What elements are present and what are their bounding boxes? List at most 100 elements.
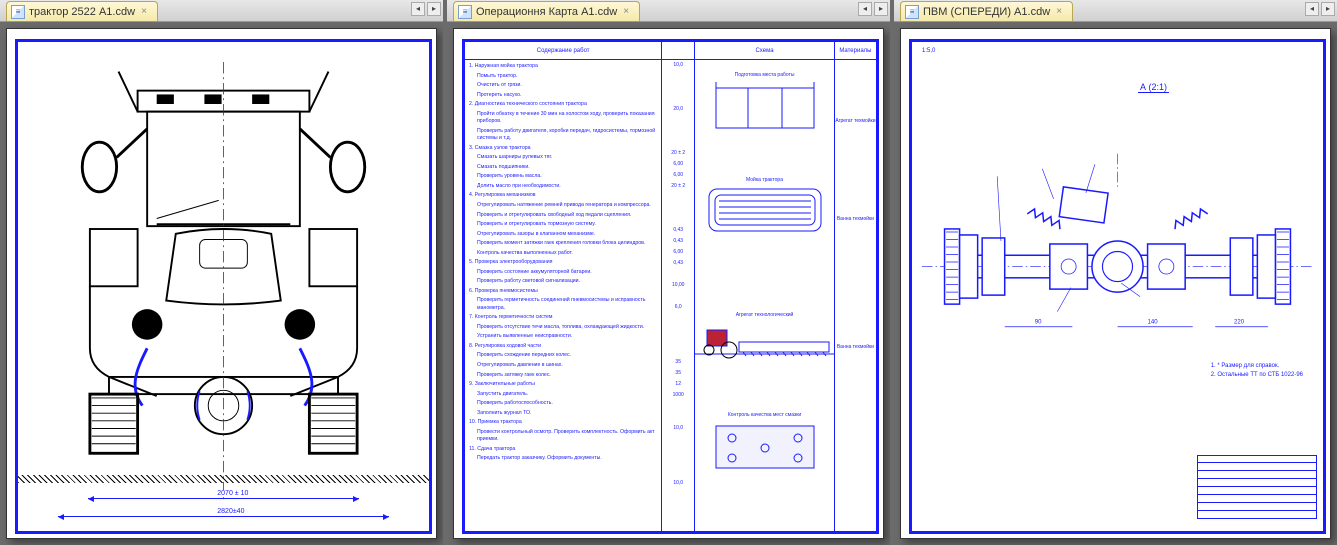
opcard-text-column: 1. Наружная мойка трактораПомыть трактор… xyxy=(465,42,662,531)
opcard-row: Смазать подшипники. xyxy=(467,163,659,173)
opcard-mid-value xyxy=(662,348,694,359)
dimension-line-1 xyxy=(88,498,359,499)
opcard-row: Заполнить журнал ТО. xyxy=(467,409,659,419)
document-viewport[interactable]: 1:5,0 А (2:1) xyxy=(894,22,1337,545)
opcard-row: Контроль качества выполненных работ. xyxy=(467,249,659,259)
document-pane-opcard: ≡ Операционня Карта А1.cdw × ◂ ▸ Содержа… xyxy=(447,0,890,545)
opcard-mid-value: 0,43 xyxy=(662,227,694,238)
opcard-mid-value: 20 ± 2 xyxy=(662,150,694,161)
opcard-row: Отрегулировать натяжение ремней привода … xyxy=(467,201,659,211)
cad-doc-icon: ≡ xyxy=(458,5,472,19)
tab-scroll-right[interactable]: ▸ xyxy=(874,2,888,16)
document-viewport[interactable]: Содержание работ Схема Материалы 1. Нару… xyxy=(447,22,890,545)
opcard-mid-value xyxy=(662,84,694,95)
opcard-mid-value xyxy=(662,95,694,106)
opcard-row: 9. Заключительные работы xyxy=(467,380,659,390)
opcard-mid-value xyxy=(662,117,694,128)
sketch-bay: Подготовка места работы xyxy=(703,72,825,135)
drawing-inner-frame: 1:5,0 А (2:1) xyxy=(911,41,1324,532)
tab-scroll-controls: ◂ ▸ xyxy=(1305,2,1335,16)
opcard-row: 3. Смазка узлов трактора xyxy=(467,144,659,154)
sketch-aggregate: Агрегат технологический xyxy=(703,312,825,360)
tab-close-icon[interactable]: × xyxy=(1054,7,1064,17)
tab-label: ПВМ (СПЕРЕДИ) А1.cdw xyxy=(923,6,1050,18)
opcard-mid-value: 0,43 xyxy=(662,238,694,249)
drawing-sheet: Содержание работ Схема Материалы 1. Нару… xyxy=(453,28,884,539)
tab-close-icon[interactable]: × xyxy=(139,7,149,17)
opcard-mid-value: 20 ± 2 xyxy=(662,183,694,194)
opcard-mid-value xyxy=(662,73,694,84)
opcard-mid-value xyxy=(662,194,694,205)
opcard-row: Отрегулировать зазоры в клапанном механи… xyxy=(467,230,659,240)
tractor-front-view xyxy=(48,62,399,501)
document-tab[interactable]: ≡ трактор 2522 А1.cdw × xyxy=(6,1,158,21)
cad-doc-icon: ≡ xyxy=(905,5,919,19)
tab-scroll-controls: ◂ ▸ xyxy=(858,2,888,16)
opcard-mid-value xyxy=(662,469,694,480)
dim-text: 220 xyxy=(1234,320,1245,326)
opcard-mid-value xyxy=(662,326,694,337)
tab-scroll-left[interactable]: ◂ xyxy=(1305,2,1319,16)
document-viewport[interactable]: 2070 ± 10 2820±40 xyxy=(0,22,443,545)
opcard-row: 5. Проверка электрооборудования xyxy=(467,258,659,268)
opcard-mid-value: 1000 xyxy=(662,392,694,403)
opcard-row: Пройти обкатку в течение 30 мин на холос… xyxy=(467,110,659,127)
opcard-row: 7. Контроль герметичности систем xyxy=(467,313,659,323)
opcard-row: Проверить затяжку гаек колес. xyxy=(467,371,659,381)
sketch-bay-svg xyxy=(710,80,820,135)
sketch-caption: Контроль качества мест смазки xyxy=(728,412,801,418)
opcard-row: Проверить работоспособность. xyxy=(467,399,659,409)
opcard-row: Устранить выявленные неисправности. xyxy=(467,332,659,342)
opcard-mid-value xyxy=(662,216,694,227)
sketch-aggregate-svg xyxy=(695,320,835,360)
cad-doc-icon: ≡ xyxy=(11,5,25,19)
dim-text: 140 xyxy=(1148,320,1159,326)
sketch-caption: Подготовка места работы xyxy=(735,72,795,78)
opcard-mid-value: 35 xyxy=(662,370,694,381)
document-tab[interactable]: ≡ Операционня Карта А1.cdw × xyxy=(453,1,640,21)
opcard-row: Проверить работу двигателя, коробки пере… xyxy=(467,127,659,144)
tab-scroll-left[interactable]: ◂ xyxy=(411,2,425,16)
title-block xyxy=(1197,455,1317,525)
document-pane-axle: ≡ ПВМ (СПЕРЕДИ) А1.cdw × ◂ ▸ 1:5,0 А (2:… xyxy=(894,0,1337,545)
dimension-text-2: 2820±40 xyxy=(215,508,246,515)
opcard-row: Проверить уровень масла. xyxy=(467,172,659,182)
opcard-row: Проверить момент затяжки гаек крепления … xyxy=(467,239,659,249)
opcard-mid-value xyxy=(662,271,694,282)
opcard-row: Долить масло при необходимости. xyxy=(467,182,659,192)
opcard-mid-value: 10,00 xyxy=(662,282,694,293)
opcard-row: Проверить работу световой сигнализации. xyxy=(467,277,659,287)
note-line: 2. Остальные ТТ по СТБ 1022-96 xyxy=(1211,371,1303,381)
opcard-mid-value: 6,00 xyxy=(662,161,694,172)
opcard-mid-value: 12 xyxy=(662,381,694,392)
opcard-row: 2. Диагностика технического состояния тр… xyxy=(467,100,659,110)
tab-scroll-right[interactable]: ▸ xyxy=(427,2,441,16)
opcard-mid-values: 10,020,020 ± 26,006,0020 ± 20,430,436,00… xyxy=(662,62,694,529)
scale-label: 1:5,0 xyxy=(922,48,935,54)
tab-scroll-left[interactable]: ◂ xyxy=(858,2,872,16)
drawing-sheet: 2070 ± 10 2820±40 xyxy=(6,28,437,539)
opcard-row: Проверить отсутствие течи масла, топлива… xyxy=(467,323,659,333)
opcard-mid-value xyxy=(662,436,694,447)
opcard-row: Проверить герметичность соединений пневм… xyxy=(467,296,659,313)
opcard-row: Проверить и отрегулировать свободный ход… xyxy=(467,211,659,221)
opcard-mid-value xyxy=(662,414,694,425)
tab-close-icon[interactable]: × xyxy=(621,7,631,17)
opcard-mid-value: 6,00 xyxy=(662,249,694,260)
document-tab[interactable]: ≡ ПВМ (СПЕРЕДИ) А1.cdw × xyxy=(900,1,1073,21)
drawing-sheet: 1:5,0 А (2:1) xyxy=(900,28,1331,539)
opcard-row: 4. Регулировка механизмов xyxy=(467,191,659,201)
tab-scroll-controls: ◂ ▸ xyxy=(411,2,441,16)
tab-scroll-right[interactable]: ▸ xyxy=(1321,2,1335,16)
tractor-svg xyxy=(48,62,399,501)
dimension-line-2 xyxy=(58,516,389,517)
opcard-right-body: Агрегат техмойки Ванна техмойки Ванна те… xyxy=(835,62,876,529)
opcard-mid-value xyxy=(662,458,694,469)
opcard-mid-value xyxy=(662,128,694,139)
opcard-row: 11. Сдача трактора xyxy=(467,445,659,455)
opcard-row: Протереть насухо. xyxy=(467,91,659,101)
opcard-right-label: Агрегат техмойки xyxy=(835,112,876,130)
opcard-mid-value: 0,43 xyxy=(662,260,694,271)
opcard-row: 10. Приемка трактора xyxy=(467,418,659,428)
dimension-text-1: 2070 ± 10 xyxy=(215,490,250,497)
